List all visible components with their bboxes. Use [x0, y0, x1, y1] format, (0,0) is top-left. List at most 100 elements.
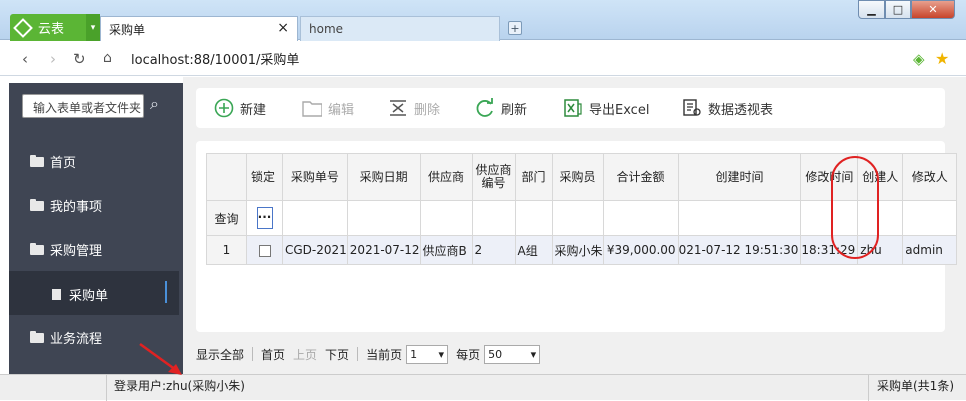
new-button[interactable]: 新建	[214, 98, 266, 118]
column-header[interactable]: 供应商编号	[471, 153, 516, 201]
current-page-value: 1	[410, 347, 418, 361]
cell-order-no: CGD-2021	[282, 235, 348, 265]
login-user-text: 登录用户:zhu(采购小朱)	[114, 379, 245, 393]
chevron-down-icon: ▾	[438, 347, 445, 361]
sidebar-active-indicator	[165, 281, 167, 303]
sidebar-item-purchase-mgmt[interactable]: 采购管理	[30, 240, 102, 259]
tab-home[interactable]: home	[300, 16, 500, 41]
new-label: 新建	[240, 102, 267, 118]
cell-buyer: 采购小朱	[551, 235, 604, 265]
column-header[interactable]: 修改人	[902, 153, 958, 201]
delete-button[interactable]: 删除	[388, 98, 440, 118]
pivot-table-button[interactable]: 数据透视表	[682, 98, 773, 118]
first-page-link[interactable]: 首页	[261, 346, 285, 363]
bookmark-star-icon[interactable]: ★	[935, 49, 949, 68]
cell-date: 2021-07-12	[346, 235, 421, 265]
sidebar-item-label: 我的事项	[50, 200, 103, 215]
filter-cell[interactable]	[677, 200, 802, 236]
next-page-link[interactable]: 下页	[325, 346, 349, 363]
filter-cell[interactable]	[602, 200, 679, 236]
sidebar-item-workflow[interactable]: 业务流程	[30, 328, 102, 347]
checkbox[interactable]	[258, 244, 271, 257]
per-page-select[interactable]: 50 ▾	[484, 344, 541, 364]
cell-total: ¥39,000.00	[602, 235, 679, 265]
url-text[interactable]: localhost:88/10001/采购单	[131, 49, 299, 68]
new-tab-icon[interactable]: +	[508, 21, 522, 35]
filter-cell[interactable]	[346, 200, 421, 236]
lock-checkbox[interactable]	[246, 235, 283, 265]
back-icon[interactable]: ‹	[22, 50, 28, 68]
extension-icon[interactable]: ◈	[913, 50, 925, 68]
forward-icon[interactable]: ›	[50, 50, 56, 68]
app-menu-dropdown-icon[interactable]: ▾	[86, 14, 100, 41]
column-header[interactable]: 锁定	[246, 153, 283, 201]
filter-cell[interactable]	[419, 200, 473, 236]
filter-cell[interactable]	[551, 200, 604, 236]
sidebar-item-home[interactable]: 首页	[30, 152, 76, 171]
sidebar-item-label: 首页	[50, 156, 77, 171]
search-input[interactable]: 输入表单或者文件夹	[22, 94, 144, 118]
minimize-button[interactable]: ▁	[858, 0, 885, 19]
document-icon	[52, 289, 61, 300]
filter-cell[interactable]	[514, 200, 553, 236]
tab-close-icon[interactable]: ×	[277, 20, 289, 36]
edit-label: 编辑	[328, 102, 355, 118]
sidebar-item-purchase-order[interactable]: 采购单	[52, 285, 108, 304]
close-window-button[interactable]: ✕	[911, 0, 955, 19]
filter-cell[interactable]	[471, 200, 516, 236]
prev-page-link[interactable]: 上页	[293, 346, 317, 363]
cell-dept: A组	[514, 235, 553, 265]
cell-created: 021-07-12 19:51:30	[677, 235, 802, 265]
divider	[357, 347, 359, 361]
sidebar-item-label: 业务流程	[50, 332, 103, 347]
annotation-arrow-icon	[139, 342, 182, 375]
logo-gem-icon	[13, 17, 33, 38]
folder-icon	[30, 154, 44, 167]
tab-purchase-order[interactable]: 采购单 ×	[100, 16, 298, 41]
maximize-button[interactable]: □	[885, 0, 911, 19]
filter-cell[interactable]	[902, 200, 958, 236]
folder-edit-icon	[302, 98, 322, 118]
app-logo[interactable]: 云表	[10, 14, 90, 41]
column-header[interactable]: 采购单号	[282, 153, 348, 201]
refresh-label: 刷新	[501, 102, 528, 118]
column-header[interactable]: 供应商	[419, 153, 473, 201]
delete-icon	[388, 98, 408, 118]
reload-icon[interactable]: ↻	[73, 50, 86, 68]
home-icon[interactable]: ⌂	[103, 50, 112, 66]
current-page-label: 当前页	[366, 347, 403, 362]
column-header[interactable]: 部门	[514, 153, 553, 201]
per-page-value: 50	[488, 347, 503, 361]
sidebar-item-my-tasks[interactable]: 我的事项	[30, 196, 102, 215]
sidebar-item-label: 采购管理	[50, 244, 103, 259]
edit-button[interactable]: 编辑	[302, 98, 354, 118]
cell-supplier: 供应商B	[419, 235, 473, 265]
export-excel-button[interactable]: 导出Excel	[563, 98, 649, 118]
column-header[interactable]: 采购日期	[346, 153, 421, 201]
excel-icon	[563, 98, 583, 118]
row-number: 1	[206, 235, 247, 265]
export-label: 导出Excel	[589, 102, 650, 118]
chevron-down-icon: ▾	[530, 347, 537, 361]
filter-label: 查询	[206, 200, 247, 236]
refresh-button[interactable]: 刷新	[475, 98, 527, 118]
column-header[interactable]: 采购员	[551, 153, 604, 201]
annotation-circle	[831, 156, 879, 259]
cell-supplier-no: 2	[471, 235, 516, 265]
delete-label: 删除	[414, 102, 441, 118]
folder-open-icon	[30, 242, 44, 255]
show-all-link[interactable]: 显示全部	[196, 346, 244, 363]
add-circle-icon	[214, 98, 234, 118]
current-page-select[interactable]: 1 ▾	[406, 344, 449, 364]
search-icon[interactable]: ⌕	[150, 94, 159, 114]
filter-cell[interactable]	[282, 200, 348, 236]
folder-icon	[30, 198, 44, 211]
pager: 显示全部 首页 上页 下页 当前页 1 ▾ 每页 50 ▾	[196, 344, 548, 364]
app-name: 云表	[38, 22, 65, 37]
ellipsis-button[interactable]: ···	[256, 207, 273, 229]
per-page-label: 每页	[456, 347, 481, 362]
divider	[252, 347, 254, 361]
column-header[interactable]: 创建时间	[677, 153, 802, 201]
column-header[interactable]: 合计金额	[602, 153, 679, 201]
filter-cell-lock[interactable]: ···	[246, 200, 283, 236]
